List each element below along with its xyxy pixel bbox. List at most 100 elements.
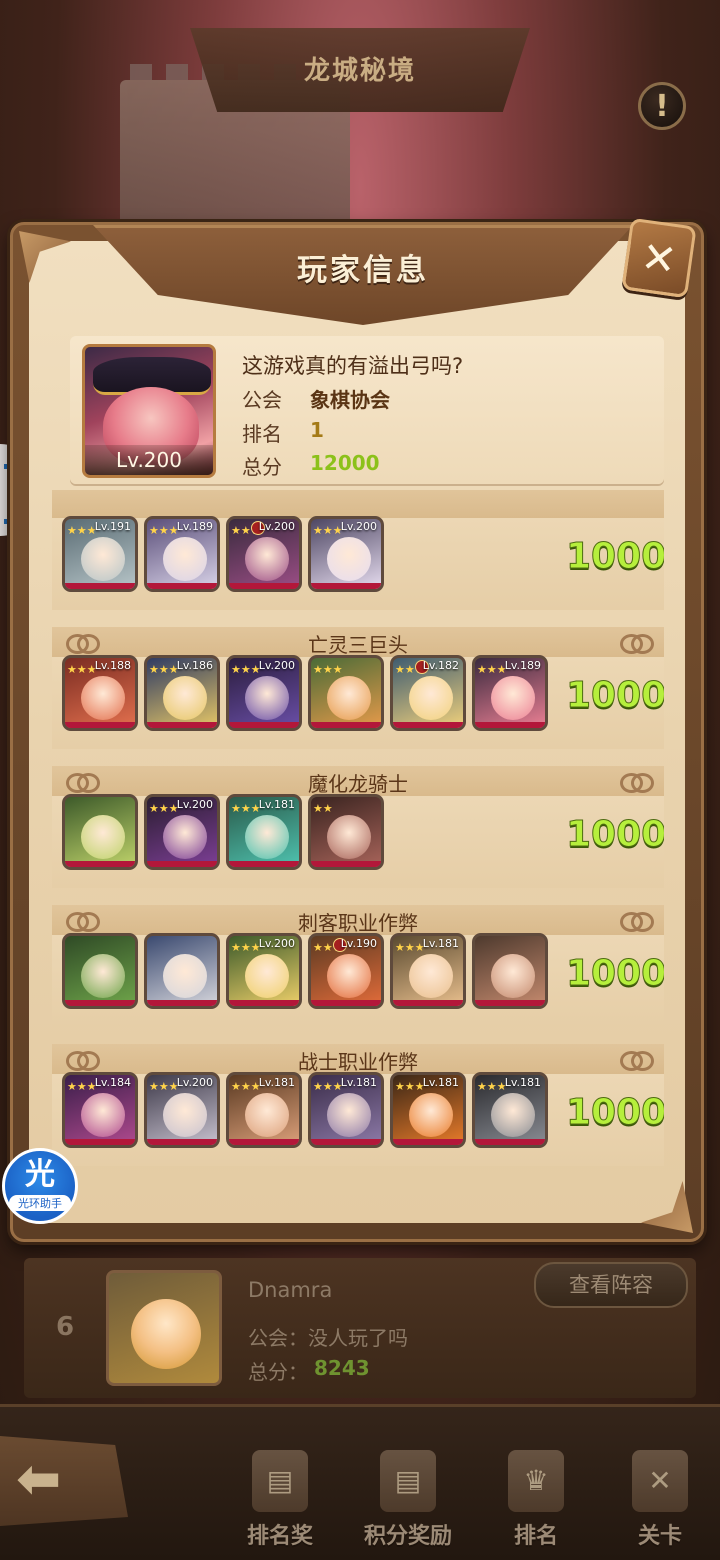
hero-face <box>245 1093 289 1137</box>
ranking-guild: 公会：没人玩了吗 <box>248 1326 408 1350</box>
nav-label: 排名奖 <box>246 1524 313 1549</box>
player-avatar: Lv.200 <box>82 344 216 478</box>
nav-points-reward[interactable]: ▤ 积分奖励 <box>348 1450 468 1560</box>
hero-face <box>81 537 125 581</box>
hero-rarity-bar <box>147 1000 217 1006</box>
hero-face <box>409 1093 453 1137</box>
close-x-icon[interactable]: ✕ <box>621 217 697 299</box>
team-lineup: ★★★ Lv.188 ★★★ Lv.186 ★★★ Lv.200 ★★★ ★★★ Lv.182 ★… <box>52 655 664 749</box>
hero-level: Lv.189 <box>504 659 541 672</box>
hero-portrait[interactable]: ★★★ Lv.189 <box>144 516 220 592</box>
hero-portrait[interactable]: ★★★ Lv.200 <box>226 655 302 731</box>
star-icon: ★★★ <box>313 524 343 537</box>
hero-portrait[interactable]: ★★★ Lv.200 <box>144 794 220 870</box>
hero-portrait[interactable]: ★★★ Lv.181 <box>390 1072 466 1148</box>
star-icon: ★★★ <box>149 524 179 537</box>
hero-face <box>245 537 289 581</box>
hero-portrait[interactable]: ★★★ Lv.181 <box>226 794 302 870</box>
scroll-icon: ▤ <box>252 1450 308 1512</box>
assistant-float-button[interactable]: 光 光环助手 <box>2 1148 78 1224</box>
hero-portrait[interactable]: ★★★ Lv.200 <box>144 1072 220 1148</box>
assistant-glyph: 光 <box>25 1157 55 1192</box>
nav-label: 关卡 <box>637 1524 682 1549</box>
hero-rarity-bar <box>65 583 135 589</box>
hero-rarity-bar <box>393 1139 463 1145</box>
star-icon: ★★★ <box>67 663 97 676</box>
hero-rarity-bar <box>147 583 217 589</box>
hero-portrait[interactable]: ★★★ Lv.181 <box>226 1072 302 1148</box>
hero-portrait[interactable]: ★★★ Lv.200 <box>226 516 302 592</box>
hero-rarity-bar <box>311 583 381 589</box>
hero-portrait[interactable] <box>144 933 220 1009</box>
star-icon: ★★★ <box>477 1080 507 1093</box>
hero-rarity-bar <box>311 861 381 867</box>
team-score: 1000 <box>565 536 664 578</box>
hero-level: Lv.181 <box>258 798 295 811</box>
star-icon: ★★★ <box>231 941 261 954</box>
hero-face <box>327 954 371 998</box>
ranking-avatar[interactable] <box>106 1270 222 1386</box>
star-icon: ★★★ <box>231 663 261 676</box>
team-lineup: ★★★ Lv.200 ★★★ Lv.190 ★★★ Lv.181 1000 <box>52 933 664 1027</box>
back-arrow-icon[interactable]: ⬅ <box>0 1436 128 1526</box>
hero-rarity-bar <box>229 583 299 589</box>
hero-rarity-bar <box>311 722 381 728</box>
hero-rarity-bar <box>229 861 299 867</box>
team-list[interactable]: ★★★ Lv.191 ★★★ Lv.189 ★★★ Lv.200 ★★★ Lv.200 1000… <box>52 490 664 1180</box>
hero-level: Lv.200 <box>340 520 377 533</box>
hero-portrait[interactable]: ★★★ Lv.189 <box>472 655 548 731</box>
star-icon: ★★★ <box>395 1080 425 1093</box>
hero-rarity-bar <box>65 1139 135 1145</box>
nav-ranking[interactable]: ♛ 排名 <box>476 1450 596 1560</box>
star-icon: ★★★ <box>231 524 261 537</box>
rank-label: 排名 <box>242 422 282 446</box>
hero-portrait[interactable]: ★★ <box>308 794 384 870</box>
hero-level: Lv.189 <box>176 520 213 533</box>
star-icon: ★★★ <box>395 941 425 954</box>
hero-rarity-bar <box>229 1139 299 1145</box>
nav-stage[interactable]: ✕ 关卡 <box>600 1450 720 1560</box>
modal-title: 玩家信息 <box>297 253 429 288</box>
hero-level: Lv.200 <box>258 659 295 672</box>
star-icon: ★★★ <box>395 663 425 676</box>
hero-portrait[interactable]: ★★★ Lv.181 <box>472 1072 548 1148</box>
hero-portrait[interactable]: ★★★ Lv.181 <box>390 933 466 1009</box>
hero-portrait[interactable] <box>62 794 138 870</box>
team-header: 亡灵三巨头 <box>52 627 664 657</box>
hero-portrait[interactable]: ★★★ Lv.184 <box>62 1072 138 1148</box>
guild-value: 象棋协会 <box>310 388 390 412</box>
hero-portrait[interactable]: ★★★ <box>308 655 384 731</box>
hero-face <box>81 954 125 998</box>
star-icon: ★★★ <box>149 1080 179 1093</box>
hero-portrait[interactable]: ★★★ Lv.200 <box>226 933 302 1009</box>
hero-face <box>163 1093 207 1137</box>
hero-portrait[interactable]: ★★★ Lv.190 <box>308 933 384 1009</box>
hero-face <box>163 815 207 859</box>
hero-portrait[interactable]: ★★★ Lv.188 <box>62 655 138 731</box>
hero-portrait[interactable] <box>62 933 138 1009</box>
hero-portrait[interactable]: ★★★ Lv.182 <box>390 655 466 731</box>
hero-portrait[interactable]: ★★★ Lv.181 <box>308 1072 384 1148</box>
ranking-player-name: Dnamra <box>248 1278 333 1302</box>
hero-portrait[interactable] <box>472 933 548 1009</box>
team-row: 魔化龙骑士 ★★★ Lv.200 ★★★ Lv.181 ★★ 1000 <box>52 766 664 894</box>
trophy-icon: ♛ <box>508 1450 564 1512</box>
view-lineup-button[interactable]: 查看阵容 <box>534 1262 688 1308</box>
nav-rank-reward[interactable]: ▤ 排名奖 <box>220 1450 340 1560</box>
hero-portrait[interactable]: ★★★ Lv.191 <box>62 516 138 592</box>
team-score: 1000 <box>565 953 664 995</box>
hero-face <box>327 676 371 720</box>
star-icon: ★★★ <box>231 802 261 815</box>
exclamation-icon[interactable]: ! <box>638 82 686 130</box>
hero-level: Lv.181 <box>504 1076 541 1089</box>
hero-rarity-bar <box>229 1000 299 1006</box>
ranking-score: 8243 <box>314 1356 370 1380</box>
hero-portrait[interactable]: ★★★ Lv.186 <box>144 655 220 731</box>
guild-label: 公会 <box>242 388 282 412</box>
star-icon: ★★★ <box>67 524 97 537</box>
hero-face <box>163 954 207 998</box>
hero-face <box>327 1093 371 1137</box>
team-name: 亡灵三巨头 <box>308 633 408 657</box>
hero-level: Lv.186 <box>176 659 213 672</box>
hero-portrait[interactable]: ★★★ Lv.200 <box>308 516 384 592</box>
